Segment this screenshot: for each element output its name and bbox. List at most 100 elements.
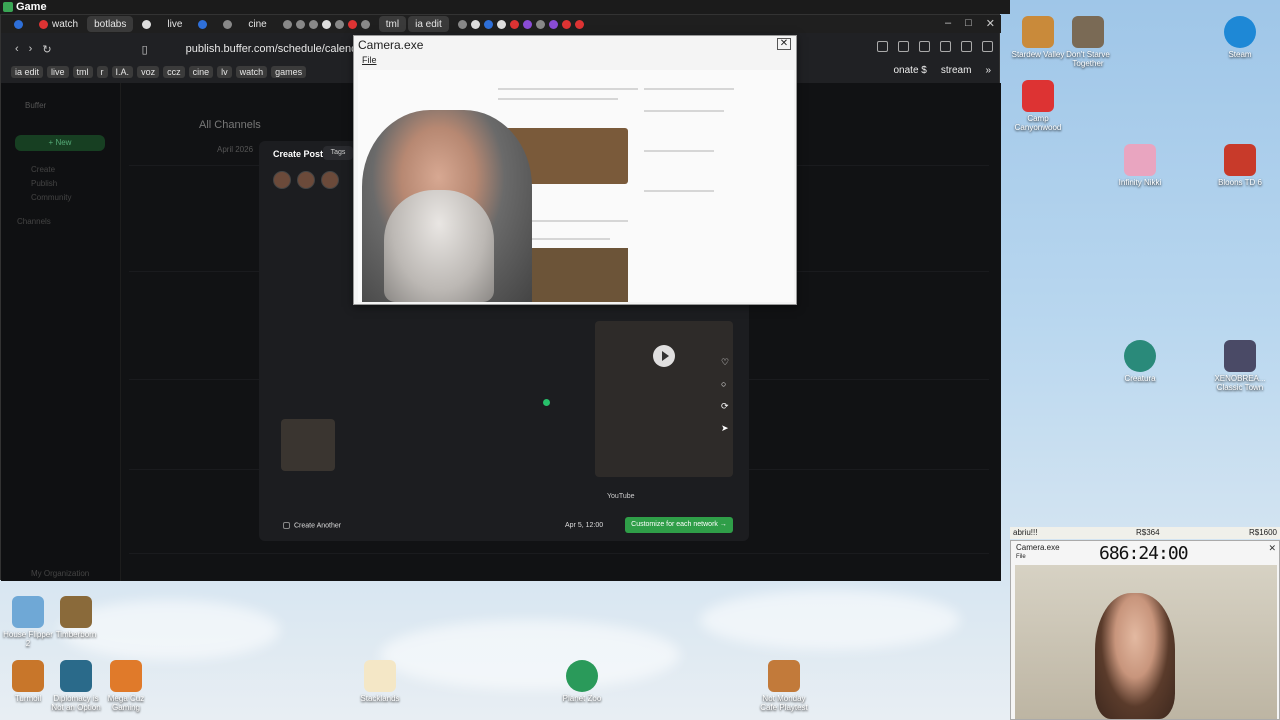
customize-button[interactable]: Customize for each network → [625, 517, 733, 533]
extension-icon[interactable] [961, 41, 972, 52]
desktop-icon-label: Infinity Nikki [1118, 178, 1162, 187]
bookmark-item[interactable]: I.A. [111, 66, 134, 78]
desktop-icon-dont-starve[interactable]: Don't Starve Together [1060, 16, 1116, 68]
bookmark-item[interactable]: watch [235, 66, 268, 78]
tags-button[interactable]: Tags [323, 146, 353, 160]
tab-favicon-icon [14, 19, 23, 29]
not-monday-cafe-icon [768, 660, 800, 692]
tab[interactable] [276, 16, 377, 32]
create-another-checkbox[interactable]: Create Another [283, 522, 341, 529]
tab-label: watch [52, 18, 79, 30]
channel-avatar[interactable] [297, 171, 315, 189]
close-icon[interactable]: ✕ [777, 38, 791, 50]
checkbox-icon[interactable] [283, 522, 290, 529]
tab[interactable] [7, 16, 30, 32]
bookmark-item[interactable]: stream [941, 65, 972, 76]
bookmark-item[interactable]: ia edit [11, 66, 44, 78]
play-icon[interactable] [653, 345, 675, 367]
extension-icon[interactable] [877, 41, 888, 52]
bookmark-icon[interactable]: ▯ [142, 43, 148, 56]
sidebar-item-community[interactable]: Community [31, 193, 71, 202]
bookmark-item[interactable]: ccz [163, 66, 185, 78]
extension-icon[interactable] [898, 41, 909, 52]
file-menu[interactable]: File [1016, 554, 1026, 560]
tab-favicon-icon [295, 19, 305, 29]
tab-botlabs[interactable]: botlabs [87, 16, 134, 32]
schedule-date-picker[interactable]: Apr 5, 12:00 [565, 522, 603, 529]
heart-icon[interactable]: ♡ [721, 357, 729, 368]
address-bar[interactable]: publish.buffer.com/schedule/calendar [186, 43, 367, 55]
tab-live[interactable]: live [160, 16, 189, 32]
extension-icon[interactable] [919, 41, 930, 52]
desktop-icon-infinity-nikki[interactable]: Infinity Nikki [1112, 144, 1168, 187]
tab[interactable] [135, 16, 158, 32]
comment-icon[interactable]: ○ [721, 379, 726, 389]
tab[interactable] [216, 16, 239, 32]
desktop-icon-planet-zoo[interactable]: Planet Zoo [554, 660, 610, 703]
desktop-icon-timberborn[interactable]: Timberborn [48, 596, 104, 639]
post-preview: ♡ ○ ⟳ ➤ [595, 321, 733, 477]
calendar-title: All Channels [199, 119, 261, 131]
tab-ia-edit[interactable]: ia edit [408, 16, 449, 32]
webcam-feed [1015, 565, 1277, 719]
bookmark-item[interactable]: lv [217, 66, 232, 78]
forward-icon[interactable]: › [29, 43, 33, 55]
feed-text-line [644, 88, 734, 90]
desktop-icon-creatura[interactable]: Creatura [1112, 340, 1168, 383]
tab-tml[interactable]: tml [378, 16, 407, 32]
extension-icon[interactable] [940, 41, 951, 52]
game-logo-icon [3, 2, 13, 12]
repost-icon[interactable]: ⟳ [721, 401, 729, 412]
bookmark-item[interactable]: onate $ [894, 65, 927, 76]
tab-strip: watch botlabs live cine tml ia edit – □ … [1, 15, 1001, 33]
media-thumbnail[interactable] [281, 419, 335, 471]
desktop-icon-label: House Flipper 2 [3, 630, 53, 648]
desktop-icon-not-monday-cafe[interactable]: Not Monday Cafe Playtest [756, 660, 812, 712]
cloud-decoration [700, 590, 960, 650]
close-icon[interactable]: ✕ [986, 17, 995, 30]
bookmark-item[interactable]: r [96, 66, 108, 78]
maximize-icon[interactable]: □ [965, 17, 972, 30]
share-icon[interactable]: ➤ [721, 423, 729, 434]
tab-favicon-icon [561, 19, 571, 29]
channel-avatar[interactable] [321, 171, 339, 189]
new-post-button[interactable]: + New [15, 135, 105, 151]
calendar-divider [129, 553, 989, 554]
bookmark-item[interactable]: cine [188, 66, 214, 78]
bookmark-item[interactable]: live [47, 66, 69, 78]
bookmark-item[interactable]: games [271, 66, 307, 78]
sidebar-item-create[interactable]: Create [31, 165, 55, 174]
tab-watch[interactable]: watch [32, 16, 85, 32]
chevron-right-icon[interactable]: » [985, 65, 991, 76]
tab[interactable] [451, 16, 591, 32]
desktop-icon-bloons[interactable]: Bloons TD 6 [1212, 144, 1268, 187]
desktop-icon-xenobrea[interactable]: XENOBREA... Classic Town [1212, 340, 1268, 392]
bookmark-item[interactable]: voz [137, 66, 160, 78]
camera-window-title: Camera.exe [1016, 543, 1060, 552]
desktop-icon-mega-cuz[interactable]: Mega Cuz Gaming [98, 660, 154, 712]
desktop-icon-diplomacy[interactable]: Diplomacy is Not an Option [48, 660, 104, 712]
desktop-icon-camp-canyonwood[interactable]: Camp Canyonwood [1010, 80, 1066, 132]
tab-cine[interactable]: cine [241, 16, 273, 32]
desktop-icon-stardew-valley[interactable]: Stardew Valley [1010, 16, 1066, 59]
back-icon[interactable]: ‹ [15, 43, 19, 55]
sidebar-item-publish[interactable]: Publish [31, 179, 57, 188]
camera-window: Camera.exe ✕ File [353, 35, 797, 305]
channel-avatar[interactable] [273, 171, 291, 189]
bookmark-item[interactable]: tml [72, 66, 93, 78]
desktop-icon-stacklands[interactable]: Stacklands [352, 660, 408, 703]
reload-icon[interactable]: ↻ [42, 43, 51, 56]
tab-favicon-icon [282, 19, 292, 29]
tab-label: ia edit [415, 18, 442, 30]
tab[interactable] [191, 16, 214, 32]
menu-icon[interactable] [982, 41, 993, 52]
close-icon[interactable]: ✕ [1268, 543, 1276, 554]
desktop-icon-label: Stardew Valley [1011, 50, 1065, 59]
dont-starve-icon [1072, 16, 1104, 48]
desktop-icon-steam[interactable]: Steam [1212, 16, 1268, 59]
infinity-nikki-icon [1124, 144, 1156, 176]
org-name[interactable]: My Organization [31, 569, 89, 578]
xenobrea-icon [1224, 340, 1256, 372]
file-menu[interactable]: File [362, 55, 377, 65]
minimize-icon[interactable]: – [945, 17, 951, 30]
